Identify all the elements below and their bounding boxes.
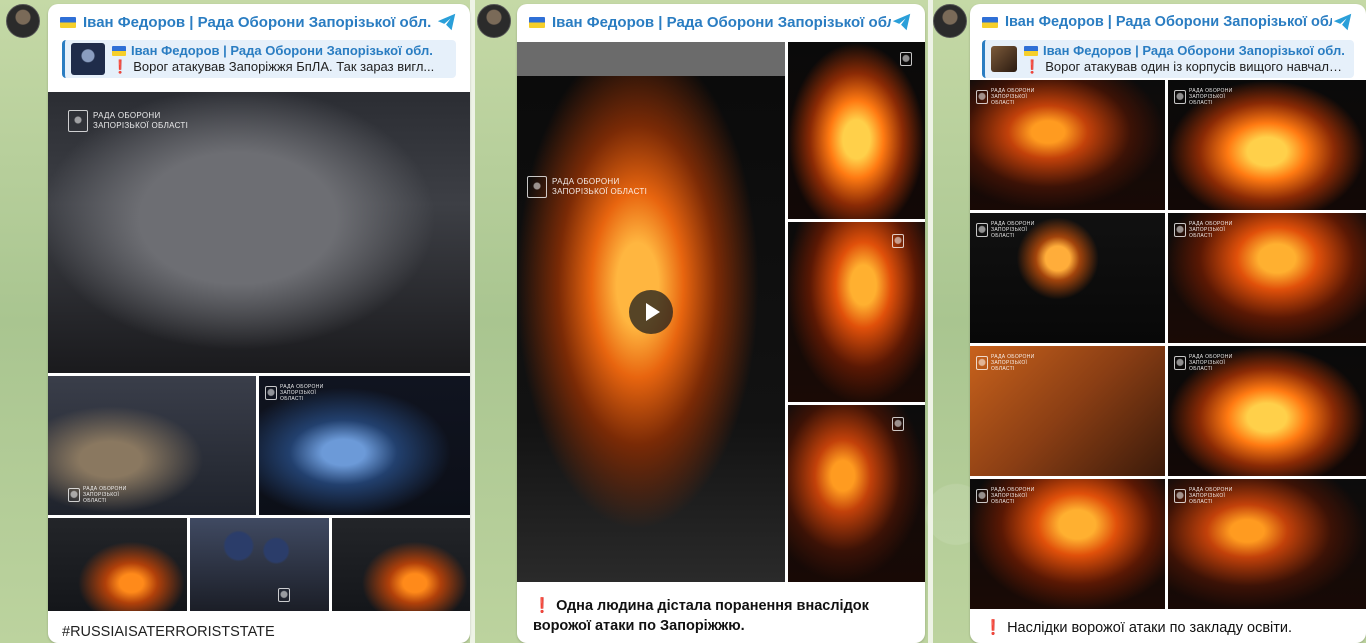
telegram-share-icon[interactable] [891,11,913,33]
post-photo[interactable]: Рада Оборони Запорізької області [970,213,1165,343]
watermark-logo [892,417,907,431]
watermark-logo: Рада Оборони Запорізької області [1174,487,1235,505]
post-header: Іван Федоров | Рада Оборони Запорізької … [517,4,925,40]
exclamation-icon: ❗ [984,620,1003,636]
reply-channel-name: Іван Федоров | Рада Оборони Запорізької … [131,43,433,58]
watermark-logo [892,234,907,248]
ukraine-flag-icon [112,46,126,56]
play-icon[interactable] [629,290,673,334]
post-caption: ❗ Наслідки ворожої атаки по закладу освіт… [984,620,1293,636]
reply-preview[interactable]: Іван Федоров | Рада Оборони Запорізької … [62,40,456,78]
telegram-share-icon[interactable] [1332,11,1354,33]
post-photo[interactable]: Рада Оборони Запорізької області [1168,80,1366,210]
reply-thumbnail [71,43,105,75]
reply-channel-name: Іван Федоров | Рада Оборони Запорізької … [1043,43,1345,58]
reply-thumbnail [991,46,1017,72]
ukraine-flag-icon [60,16,76,28]
reply-text: Ворог атакував Запоріжжя БпЛА. Так зараз… [133,59,435,74]
post-photo[interactable]: Рада Оборони Запорізької області [970,80,1165,210]
post-photo[interactable]: Рада Оборони Запорізької області [48,376,256,515]
post-column-2: Іван Федоров | Рада Оборони Запорізької … [475,0,928,643]
exclamation-icon: ❗ [112,59,129,74]
channel-name[interactable]: Іван Федоров | Рада Оборони Запорізької … [552,14,891,31]
video-player[interactable]: Рада Оборони Запорізької області [517,42,785,582]
post-photo[interactable]: Рада Оборони Запорізької області [1168,346,1366,476]
post-card: Іван Федоров | Рада Оборони Запорізької … [970,4,1366,643]
watermark-logo: Рада Оборони Запорізької області [976,221,1037,239]
watermark-logo: Рада Оборони Запорізької області [265,384,340,402]
post-photo[interactable] [788,222,925,402]
channel-avatar[interactable] [933,4,967,38]
post-photo[interactable]: Рада Оборони Запорізької області [1168,213,1366,343]
post-photo[interactable] [332,518,470,611]
telegram-share-icon[interactable] [436,11,458,33]
reply-text: Ворог атакував один із корпусів вищого н… [1045,59,1348,74]
post-card: Іван Федоров | Рада Оборони Запорізької … [517,4,925,643]
watermark-logo: Рада Оборони Запорізької області [976,487,1037,505]
channel-avatar[interactable] [477,4,511,38]
watermark-logo: Рада Оборони Запорізької області [976,354,1037,372]
post-photo[interactable] [48,518,187,611]
post-photo[interactable]: Рада Оборони Запорізької області [259,376,470,515]
channel-avatar[interactable] [6,4,40,38]
watermark-logo: Рада Оборони Запорізької області [1174,88,1235,106]
watermark-logo: Рада Оборони Запорізької області [976,88,1037,106]
channel-name[interactable]: Іван Федоров | Рада Оборони Запорізької … [1005,14,1332,30]
watermark-logo: Рада Оборони Запорізької області [68,486,143,504]
exclamation-icon: ❗ [533,598,552,614]
exclamation-icon: ❗ [1024,59,1041,74]
post-photo[interactable] [788,405,925,582]
reply-preview[interactable]: Іван Федоров | Рада Оборони Запорізької … [982,40,1354,78]
watermark-logo: Рада Оборони Запорізької області [1174,354,1235,372]
post-photo[interactable] [788,42,925,219]
post-caption: #RUSSIAISATERRORISTSTATE [62,624,275,640]
watermark-logo: Рада Оборони Запорізької області [68,110,203,132]
post-card: Іван Федоров | Рада Оборони Запорізької … [48,4,470,643]
post-photo[interactable]: Рада Оборони Запорізької області [48,92,470,373]
watermark-logo [278,588,293,602]
post-column-1: Іван Федоров | Рада Оборони Запорізької … [0,0,470,643]
ukraine-flag-icon [982,16,998,28]
watermark-logo: Рада Оборони Запорізької області [527,176,662,198]
ukraine-flag-icon [1024,46,1038,56]
post-photo[interactable]: Рада Оборони Запорізької області [970,479,1165,609]
channel-name[interactable]: Іван Федоров | Рада Оборони Запорізької … [83,14,431,31]
post-photo[interactable]: Рада Оборони Запорізької області [970,346,1165,476]
post-header: Іван Федоров | Рада Оборони Запорізької … [970,4,1366,40]
watermark-logo [900,52,915,66]
post-caption: ❗ Одна людина дістала поранення внаслідок… [533,598,869,634]
watermark-logo: Рада Оборони Запорізької області [1174,221,1235,239]
post-photo[interactable] [190,518,329,611]
post-header: Іван Федоров | Рада Оборони Запорізької … [48,4,470,40]
ukraine-flag-icon [529,16,545,28]
post-column-3: Іван Федоров | Рада Оборони Запорізької … [933,0,1366,643]
post-photo[interactable]: Рада Оборони Запорізької області [1168,479,1366,609]
